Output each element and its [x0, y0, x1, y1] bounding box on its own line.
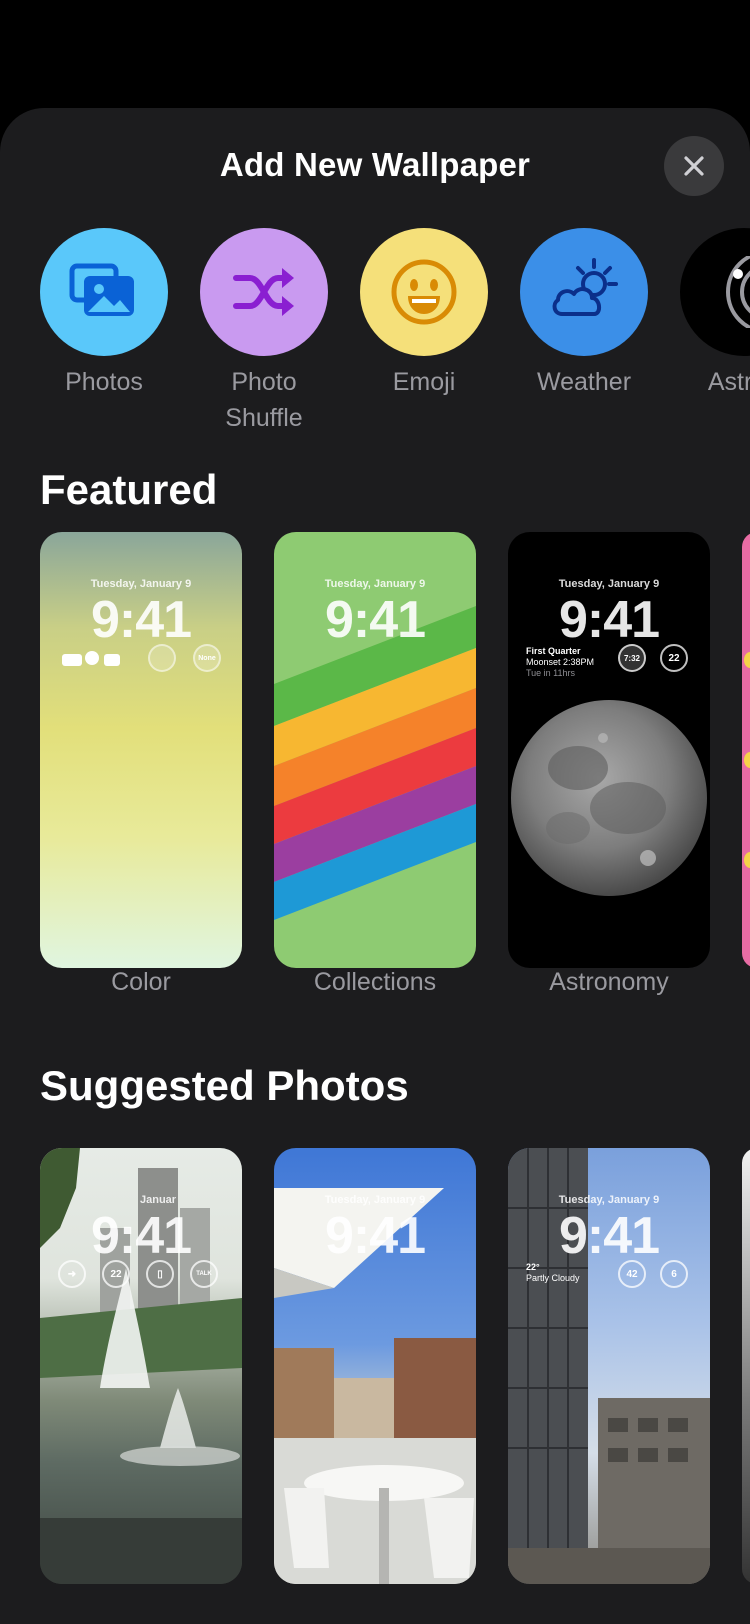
suggested-photo-fountain[interactable]: Januar 9:41 ➜ 22 ▯ TALK	[40, 1148, 242, 1584]
close-icon	[684, 156, 704, 176]
phone-widget-icon: ▯	[146, 1260, 174, 1288]
moonset-sub-text: Tue in 11hrs	[526, 668, 576, 678]
shuffle-icon	[233, 268, 294, 316]
type-label: Astron	[707, 368, 750, 396]
gauge-widget: 22	[660, 644, 688, 672]
lock-time: 9:41	[324, 1207, 426, 1265]
emoji-dot	[744, 852, 750, 868]
calendar-widget	[148, 644, 176, 672]
emoji-icon	[391, 259, 457, 325]
lock-date: Januar	[140, 1194, 177, 1206]
lock-time: 9:41	[90, 591, 192, 649]
type-label: Emoji	[392, 368, 456, 396]
lock-time: 9:41	[324, 591, 426, 649]
lock-time: 9:41	[90, 1207, 192, 1265]
photos-circle	[40, 228, 168, 356]
type-photo-shuffle[interactable]: Photo Shuffle	[184, 228, 344, 436]
suggested-photo-rooftop[interactable]: Tuesday, January 9 9:41	[274, 1148, 476, 1584]
featured-card-color[interactable]: Tuesday, January 9 9:41 None	[40, 532, 242, 968]
featured-card-emoji-partial[interactable]	[742, 532, 750, 968]
wallpaper-type-row: Photos Photo Shuffle Emoji Weather Astr	[0, 228, 750, 432]
type-label: Photos	[65, 368, 143, 396]
shuffle-circle	[200, 228, 328, 356]
suggested-heading: Suggested Photos	[40, 1062, 409, 1109]
cats-widget-icon	[62, 651, 120, 666]
emoji-dot	[744, 652, 750, 668]
astronomy-icon	[726, 256, 750, 328]
sheet-title: Add New Wallpaper	[219, 146, 531, 183]
featured-label-color: Color	[111, 968, 171, 996]
suggested-photo-building[interactable]: Tuesday, January 9 9:41 22° Partly Cloud…	[508, 1148, 710, 1584]
moonset-text: Moonset 2:38PM	[526, 657, 595, 667]
lock-date: Tuesday, January 9	[90, 578, 192, 590]
suggested-photo-partial[interactable]	[742, 1148, 750, 1584]
time-widget: 7:32	[618, 644, 646, 672]
gauge-widget-2: 6	[660, 1260, 688, 1288]
weather-circle	[520, 228, 648, 356]
lock-time: 9:41	[558, 1207, 660, 1265]
wallpaper-sheet: Add New Wallpaper Photos Photo Shuffle E…	[0, 108, 750, 1624]
lock-date: Tuesday, January 9	[558, 578, 660, 590]
gauge-widget: 22	[102, 1260, 130, 1288]
arrow-widget-icon: ➜	[58, 1260, 86, 1288]
moon-phase-text: First Quarter	[526, 646, 581, 656]
type-label: Photo Shuffle	[184, 364, 344, 436]
none-widget: None	[193, 644, 221, 672]
gauge-widget-1: 42	[618, 1260, 646, 1288]
type-label-line2: Shuffle	[225, 404, 303, 432]
featured-label-collections: Collections	[313, 968, 437, 996]
talk-widget: TALK	[190, 1260, 218, 1288]
moon-image	[511, 700, 707, 896]
type-label-line1: Photo	[231, 368, 297, 396]
emoji-circle	[360, 228, 488, 356]
condition-text: Partly Cloudy	[526, 1273, 580, 1283]
close-button[interactable]	[664, 136, 724, 196]
photos-icon	[69, 263, 134, 316]
type-astronomy[interactable]: Astron	[664, 228, 750, 400]
astronomy-circle	[680, 228, 750, 356]
temperature-text: 22°	[526, 1262, 540, 1272]
type-weather[interactable]: Weather	[504, 228, 664, 400]
featured-card-collections[interactable]: Tuesday, January 9 9:41	[274, 532, 476, 968]
type-label: Weather	[536, 368, 632, 396]
featured-label-astronomy: Astronomy	[549, 968, 669, 996]
featured-heading: Featured	[40, 466, 218, 513]
lock-date: Tuesday, January 9	[558, 1194, 660, 1206]
featured-card-astronomy[interactable]: Tuesday, January 9 9:41 First Quarter Mo…	[508, 532, 710, 968]
type-emoji[interactable]: Emoji	[344, 228, 504, 400]
lock-time: 9:41	[558, 591, 660, 649]
emoji-dot	[744, 752, 750, 768]
weather-icon	[552, 258, 618, 316]
type-photos[interactable]: Photos	[24, 228, 184, 400]
lock-date: Tuesday, January 9	[324, 578, 426, 590]
lock-date: Tuesday, January 9	[324, 1194, 426, 1206]
